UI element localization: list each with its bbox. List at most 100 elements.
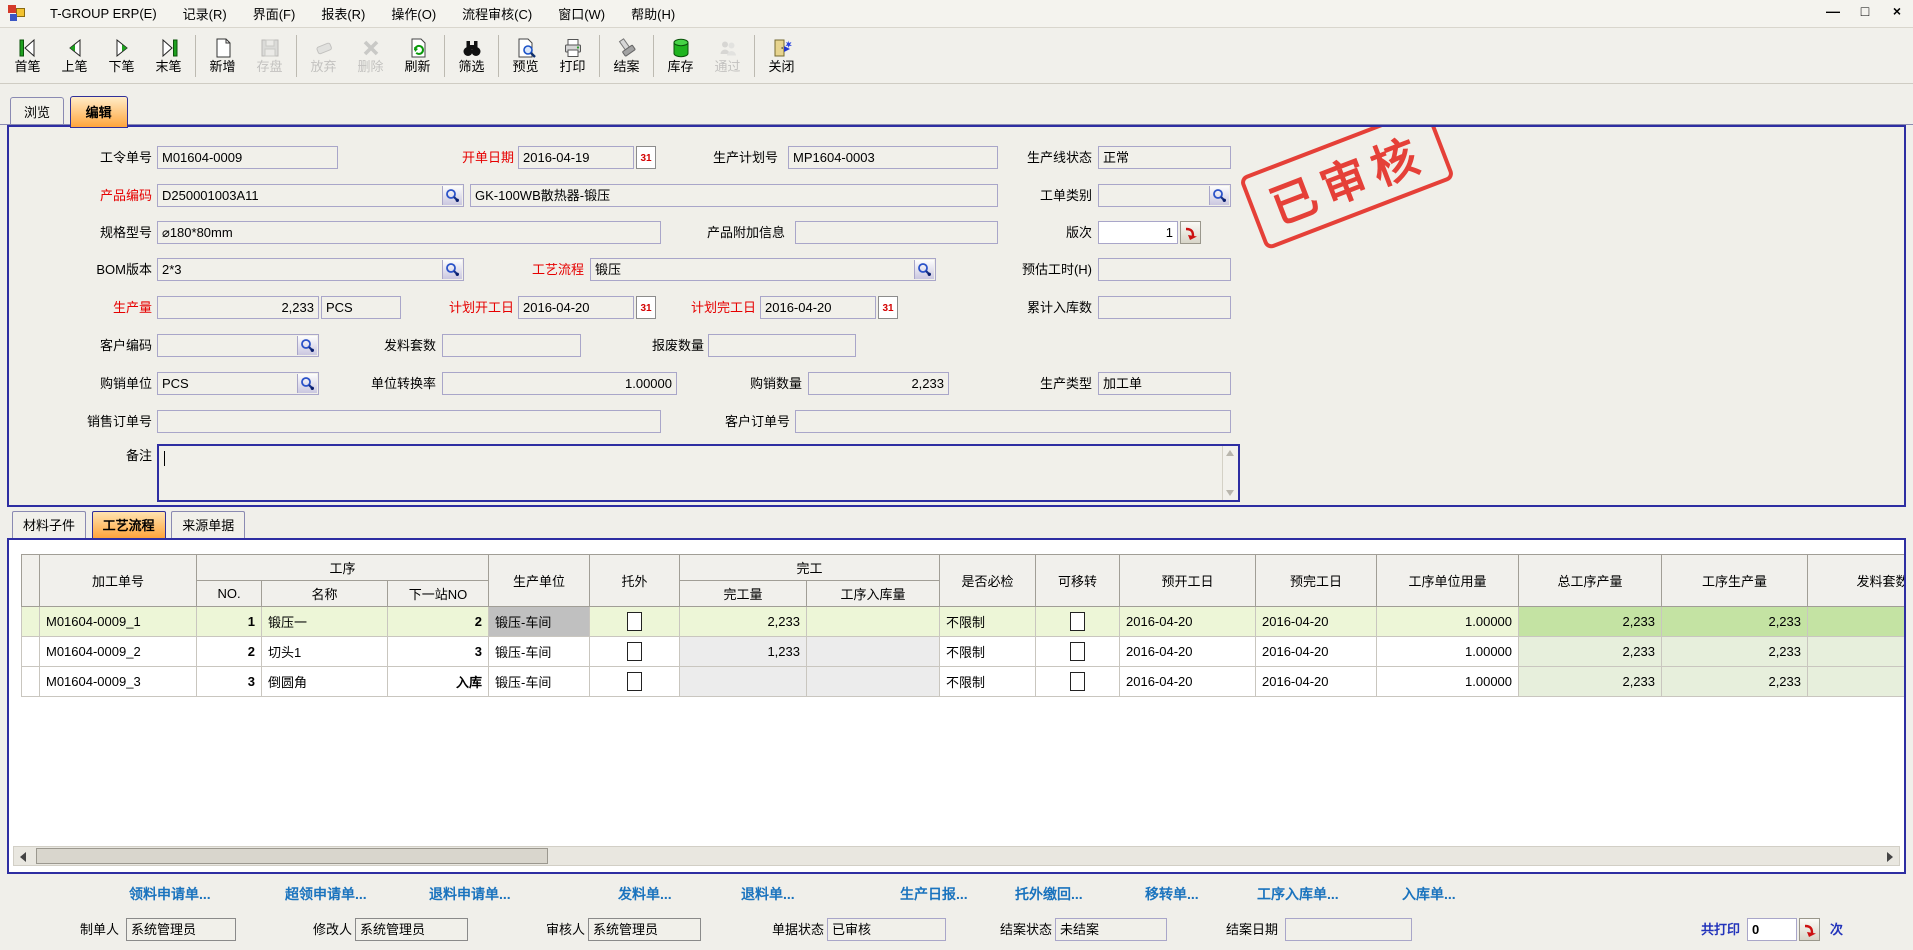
outsource-cell[interactable] — [590, 667, 680, 697]
scroll-right-icon[interactable] — [1887, 852, 1893, 862]
col-order-no[interactable]: 加工单号 — [40, 555, 197, 607]
tab-edit[interactable]: 编辑 — [70, 96, 128, 128]
movable-cell[interactable] — [1036, 637, 1120, 667]
inventory-button[interactable]: 库存 — [657, 31, 704, 81]
sale-qty-field[interactable]: 2,233 — [808, 372, 949, 395]
filter-button[interactable]: 筛选 — [448, 31, 495, 81]
qty-field[interactable]: 2,233 — [157, 296, 319, 319]
conv-rate-field[interactable]: 1.00000 — [442, 372, 677, 395]
minimize-button[interactable]: — — [1825, 3, 1841, 19]
movable-cell[interactable] — [1036, 667, 1120, 697]
row-selector[interactable] — [22, 637, 40, 667]
close-button[interactable]: × — [1889, 3, 1905, 19]
col-check[interactable]: 是否必检 — [940, 555, 1036, 607]
scrap-qty-field[interactable] — [708, 334, 856, 357]
menu-window[interactable]: 窗口(W) — [545, 0, 618, 27]
bom-field[interactable]: 2*3 — [157, 258, 464, 281]
col-pre-start[interactable]: 预开工日 — [1120, 555, 1256, 607]
col-issue-sets[interactable]: 发料套数 — [1808, 555, 1906, 607]
movable-checkbox[interactable] — [1070, 672, 1085, 691]
customer-order-field[interactable] — [795, 410, 1231, 433]
menu-record[interactable]: 记录(R) — [170, 0, 240, 27]
link-return-doc[interactable]: 退料单... — [741, 884, 795, 904]
col-next-station[interactable]: 下一站NO — [388, 581, 489, 607]
col-in-qty[interactable]: 工序入库量 — [807, 581, 940, 607]
bom-lookup-button[interactable] — [442, 260, 462, 279]
plan-finish-field[interactable]: 2016-04-20 — [760, 296, 876, 319]
col-no[interactable]: NO. — [197, 581, 262, 607]
col-outsource[interactable]: 托外 — [590, 555, 680, 607]
plan-start-field[interactable]: 2016-04-20 — [518, 296, 634, 319]
open-date-field[interactable]: 2016-04-19 — [518, 146, 634, 169]
total-instock-field[interactable] — [1098, 296, 1231, 319]
print-button[interactable]: 打印 — [549, 31, 596, 81]
outsource-cell[interactable] — [590, 637, 680, 667]
menu-workflow-audit[interactable]: 流程审核(C) — [449, 0, 545, 27]
tab-process-flow[interactable]: 工艺流程 — [92, 511, 166, 539]
line-status-field[interactable]: 正常 — [1098, 146, 1231, 169]
movable-cell[interactable] — [1036, 607, 1120, 637]
est-hours-field[interactable] — [1098, 258, 1231, 281]
tab-browse[interactable]: 浏览 — [10, 97, 64, 126]
horizontal-scrollbar[interactable] — [13, 846, 1900, 866]
link-material-request[interactable]: 领料申请单... — [129, 884, 211, 904]
table-row[interactable]: M01604-0009_3 3 倒圆角 入库 锻压-车间 不限制 2016-04… — [22, 667, 1907, 697]
prev-record-button[interactable]: 上笔 — [51, 31, 98, 81]
link-return-request[interactable]: 退料申请单... — [429, 884, 511, 904]
customer-code-field[interactable] — [157, 334, 319, 357]
product-code-lookup-button[interactable] — [442, 186, 462, 205]
remark-scrollbar[interactable] — [1222, 446, 1238, 500]
spec-field[interactable]: ⌀180*80mm — [157, 221, 661, 244]
qty-unit-field[interactable]: PCS — [321, 296, 401, 319]
outsource-cell[interactable] — [590, 607, 680, 637]
work-order-field[interactable]: M01604-0009 — [157, 146, 338, 169]
col-total-output[interactable]: 总工序产量 — [1519, 555, 1662, 607]
menu-report[interactable]: 报表(R) — [308, 0, 378, 27]
col-pre-finish[interactable]: 预完工日 — [1256, 555, 1377, 607]
link-daily-report[interactable]: 生产日报... — [900, 884, 968, 904]
menu-interface[interactable]: 界面(F) — [240, 0, 309, 27]
tab-source-documents[interactable]: 来源单据 — [171, 511, 245, 538]
link-transfer-doc[interactable]: 移转单... — [1145, 884, 1199, 904]
link-process-instock[interactable]: 工序入库单... — [1257, 884, 1339, 904]
customer-code-lookup-button[interactable] — [297, 336, 317, 355]
open-date-calendar-button[interactable]: 31 — [636, 146, 656, 169]
product-name-field[interactable]: GK-100WB散热器-锻压 — [470, 184, 998, 207]
outsource-checkbox[interactable] — [627, 612, 642, 631]
process-lookup-button[interactable] — [914, 260, 934, 279]
version-spinner-button[interactable] — [1180, 221, 1201, 244]
col-prod-unit[interactable]: 生产单位 — [489, 555, 590, 607]
link-instock-doc[interactable]: 入库单... — [1402, 884, 1456, 904]
print-count-button[interactable] — [1799, 918, 1820, 941]
refresh-button[interactable]: 刷新 — [394, 31, 441, 81]
movable-checkbox[interactable] — [1070, 612, 1085, 631]
close-case-button[interactable]: 结案 — [603, 31, 650, 81]
menu-tgroup-erp[interactable]: T-GROUP ERP(E) — [37, 2, 170, 25]
col-proc-output[interactable]: 工序生产量 — [1662, 555, 1808, 607]
order-class-lookup-button[interactable] — [1209, 186, 1229, 205]
preview-button[interactable]: 预览 — [502, 31, 549, 81]
col-unit-usage[interactable]: 工序单位用量 — [1377, 555, 1519, 607]
sales-order-field[interactable] — [157, 410, 661, 433]
tab-material-components[interactable]: 材料子件 — [12, 511, 86, 538]
sale-unit-lookup-button[interactable] — [297, 374, 317, 393]
sale-unit-field[interactable]: PCS — [157, 372, 319, 395]
movable-checkbox[interactable] — [1070, 642, 1085, 661]
remark-textarea[interactable] — [157, 444, 1240, 502]
plan-finish-calendar-button[interactable]: 31 — [878, 296, 898, 319]
next-record-button[interactable]: 下笔 — [98, 31, 145, 81]
outsource-checkbox[interactable] — [627, 672, 642, 691]
order-class-field[interactable] — [1098, 184, 1231, 207]
plan-no-field[interactable]: MP1604-0003 — [788, 146, 998, 169]
last-record-button[interactable]: 末笔 — [145, 31, 192, 81]
plan-start-calendar-button[interactable]: 31 — [636, 296, 656, 319]
exit-button[interactable]: 关闭 — [758, 31, 805, 81]
menu-help[interactable]: 帮助(H) — [618, 0, 688, 27]
product-code-field[interactable]: D250001003A11 — [157, 184, 464, 207]
product-extra-field[interactable] — [795, 221, 998, 244]
link-outsource-return[interactable]: 托外缴回... — [1015, 884, 1083, 904]
row-selector[interactable] — [22, 607, 40, 637]
prod-type-field[interactable]: 加工单 — [1098, 372, 1231, 395]
row-selector[interactable] — [22, 667, 40, 697]
col-movable[interactable]: 可移转 — [1036, 555, 1120, 607]
